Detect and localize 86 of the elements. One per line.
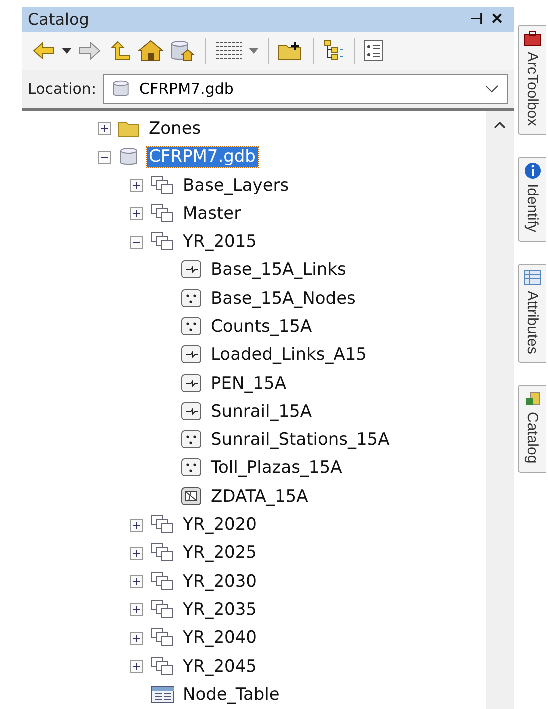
tree-item-label[interactable]: Sunrail_15A — [209, 402, 314, 422]
plus-icon — [100, 124, 109, 134]
tree-item-label[interactable]: Counts_15A — [209, 317, 314, 337]
location-field[interactable]: CFRPM7.gdb — [102, 74, 508, 104]
tree-item-label[interactable]: PEN_15A — [209, 374, 288, 394]
feature-dataset-icon — [149, 600, 175, 620]
plus-icon — [132, 181, 141, 190]
dock-tab[interactable]: Catalog — [518, 384, 546, 473]
line-feature-icon — [181, 260, 203, 280]
expand-toggle[interactable] — [130, 632, 143, 645]
tree-item-label[interactable]: YR_2025 — [181, 543, 259, 564]
database-icon — [112, 78, 132, 99]
dock-tab[interactable]: ArcToolbox — [518, 25, 546, 136]
tree-item-label[interactable]: YR_2030 — [181, 572, 259, 592]
feature-dataset-icon — [149, 176, 175, 196]
tree-item-label[interactable]: YR_2020 — [181, 515, 259, 536]
point-feature-icon — [181, 458, 203, 478]
tree-item-label[interactable]: Sunrail_Stations_15A — [209, 430, 392, 450]
feature-dataset-icon — [149, 515, 175, 536]
panel-title: Catalog — [28, 10, 90, 29]
plus-icon — [132, 605, 141, 614]
plus-icon — [132, 209, 141, 218]
point-feature-icon — [181, 317, 203, 337]
collapse-toggle[interactable] — [130, 236, 143, 249]
tree-item-label[interactable]: Zones — [147, 118, 204, 139]
plus-icon — [132, 577, 141, 586]
pin-button[interactable]: ⊣ — [466, 10, 487, 28]
dropdown-button[interactable] — [62, 48, 72, 54]
plus-icon — [132, 662, 141, 672]
tree-item-label[interactable]: CFRPM7.gdb — [147, 147, 258, 168]
expand-toggle[interactable] — [130, 179, 143, 192]
forward-button[interactable] — [78, 40, 102, 61]
line-feature-icon — [181, 345, 203, 366]
tree-view-button[interactable] — [323, 40, 345, 62]
toolbox-icon — [524, 30, 542, 48]
tree-item-label[interactable]: YR_2015 — [181, 232, 259, 252]
expand-toggle[interactable] — [98, 122, 111, 136]
tree-item-label[interactable]: ZDATA_15A — [209, 486, 310, 507]
table-icon — [524, 268, 542, 287]
plus-icon — [132, 520, 141, 530]
tree-item-label[interactable]: Base_Layers — [181, 176, 292, 196]
polygon-feature-icon — [181, 486, 203, 507]
up-level-button[interactable] — [108, 40, 132, 62]
expand-toggle[interactable] — [130, 546, 143, 560]
tree-item-label[interactable]: Base_15A_Nodes — [209, 288, 358, 309]
dock-tab[interactable]: Attributes — [518, 264, 546, 363]
close-button[interactable]: ✕ — [487, 10, 508, 28]
line-feature-icon — [181, 374, 203, 394]
tree-item-label[interactable]: Master — [181, 204, 244, 224]
feature-dataset-icon — [149, 232, 175, 252]
expand-toggle[interactable] — [130, 603, 143, 616]
point-feature-icon — [181, 288, 203, 309]
table-icon — [149, 684, 175, 705]
chevron-up-icon — [494, 120, 506, 129]
feature-dataset-icon — [149, 656, 175, 677]
feature-dataset-icon — [149, 628, 175, 648]
plus-icon — [132, 548, 141, 558]
collapse-toggle[interactable] — [98, 150, 111, 164]
tree-item-label[interactable]: Base_15A_Links — [209, 260, 348, 280]
chevron-down-icon — [485, 84, 499, 93]
point-feature-icon — [181, 430, 203, 450]
feature-dataset-icon — [149, 543, 175, 564]
info-icon — [524, 162, 542, 180]
plus-icon — [132, 634, 141, 643]
tree-item-label[interactable]: YR_2045 — [181, 656, 259, 677]
line-feature-icon — [181, 402, 203, 422]
tree-item-label[interactable]: YR_2040 — [181, 628, 259, 648]
home-button[interactable] — [138, 40, 164, 62]
tree-item-label[interactable]: YR_2035 — [181, 600, 259, 620]
dock-tab[interactable]: Identify — [518, 157, 546, 242]
expand-toggle[interactable] — [130, 207, 143, 220]
back-button[interactable] — [32, 40, 56, 61]
feature-dataset-icon — [149, 572, 175, 592]
default-database-button[interactable] — [170, 40, 196, 62]
tree-item-label[interactable]: Node_Table — [181, 684, 282, 705]
location-label: Location: — [28, 80, 96, 98]
options-button[interactable] — [364, 40, 384, 62]
catalog-icon — [524, 390, 542, 408]
expand-toggle[interactable] — [130, 660, 143, 674]
feature-dataset-icon — [149, 204, 175, 224]
tree-item-label[interactable]: Toll_Plazas_15A — [209, 458, 344, 478]
expand-toggle[interactable] — [130, 518, 143, 532]
view-grid-button[interactable] — [215, 40, 243, 61]
connect-folder-button[interactable] — [278, 40, 304, 62]
tree-item-label[interactable]: Loaded_Links_A15 — [209, 345, 369, 366]
expand-toggle[interactable] — [130, 575, 143, 588]
